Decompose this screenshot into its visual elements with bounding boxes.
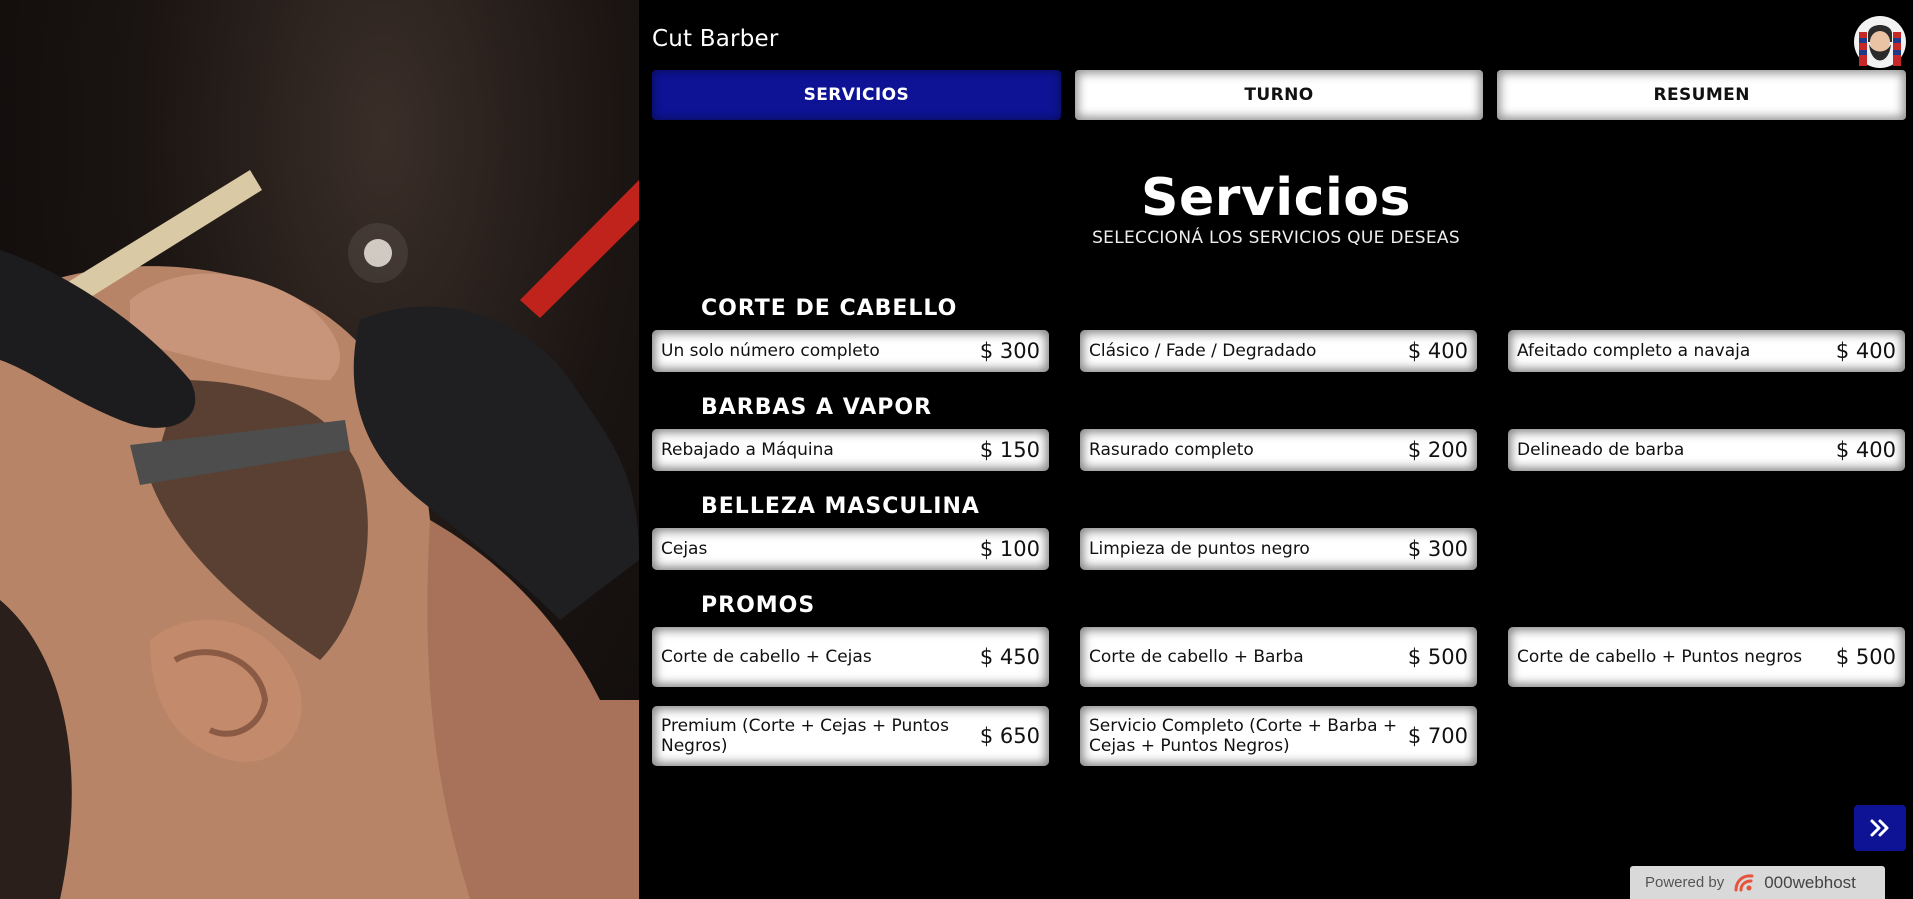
service-price: $ 400	[1835, 339, 1896, 363]
service-card[interactable]: Un solo número completo $ 300	[652, 330, 1049, 372]
category-title: BARBAS A VAPOR	[701, 395, 933, 420]
service-name: Afeitado completo a navaja	[1517, 341, 1751, 361]
service-card[interactable]: Limpieza de puntos negro $ 300	[1080, 528, 1477, 570]
tab-servicios[interactable]: SERVICIOS	[652, 70, 1061, 120]
service-price: $ 450	[979, 645, 1040, 669]
service-price: $ 400	[1835, 438, 1896, 462]
service-name: Rasurado completo	[1089, 440, 1254, 460]
tab-resumen[interactable]: RESUMEN	[1497, 70, 1907, 120]
app-panel: Cut Barber SERVICIOS TURNO RESUMEN Servi…	[639, 0, 1913, 899]
hero-photo	[0, 0, 639, 899]
service-name: Corte de cabello + Barba	[1089, 647, 1304, 667]
service-price: $ 300	[979, 339, 1040, 363]
service-card[interactable]: Clásico / Fade / Degradado $ 400	[1080, 330, 1477, 372]
host-name: 000webhost	[1764, 872, 1856, 892]
page-subtitle: SELECCIONÁ LOS SERVICIOS QUE DESEAS	[1092, 228, 1460, 248]
service-name: Delineado de barba	[1517, 440, 1685, 460]
double-chevron-right-icon	[1870, 819, 1889, 837]
service-name: Corte de cabello + Cejas	[661, 647, 872, 667]
brand-name: Cut Barber	[652, 26, 779, 52]
service-price: $ 400	[1407, 339, 1468, 363]
service-price: $ 700	[1407, 724, 1468, 748]
page-title: Servicios	[1141, 168, 1411, 228]
service-row: Cejas $ 100 Limpieza de puntos negro $ 3…	[652, 528, 1906, 570]
tab-turno[interactable]: TURNO	[1074, 70, 1484, 120]
service-name: Clásico / Fade / Degradado	[1089, 341, 1317, 361]
service-row: Rebajado a Máquina $ 150 Rasurado comple…	[652, 429, 1906, 471]
service-card[interactable]: Servicio Completo (Corte + Barba + Cejas…	[1080, 706, 1477, 766]
service-card[interactable]: Corte de cabello + Barba $ 500	[1080, 627, 1477, 687]
service-card[interactable]: Rasurado completo $ 200	[1080, 429, 1477, 471]
service-card[interactable]: Cejas $ 100	[652, 528, 1049, 570]
service-price: $ 150	[979, 438, 1040, 462]
service-price: $ 500	[1407, 645, 1468, 669]
service-row: Un solo número completo $ 300 Clásico / …	[652, 330, 1906, 372]
powered-by-badge[interactable]: Powered by 000webhost	[1630, 866, 1885, 899]
service-price: $ 200	[1407, 438, 1468, 462]
service-card[interactable]: Delineado de barba $ 400	[1508, 429, 1905, 471]
powered-by-label: Powered by	[1645, 874, 1725, 891]
next-step-button[interactable]	[1854, 805, 1906, 851]
service-name: Premium (Corte + Cejas + Puntos Negros)	[661, 716, 949, 756]
service-card[interactable]: Rebajado a Máquina $ 150	[652, 429, 1049, 471]
service-name: Servicio Completo (Corte + Barba + Cejas…	[1089, 716, 1398, 756]
service-price: $ 100	[979, 537, 1040, 561]
category-title: CORTE DE CABELLO	[701, 296, 958, 321]
service-card[interactable]: Corte de cabello + Cejas $ 450	[652, 627, 1049, 687]
barber-logo-icon	[1853, 14, 1907, 70]
service-name: Un solo número completo	[661, 341, 880, 361]
service-price: $ 650	[979, 724, 1040, 748]
service-card[interactable]: Corte de cabello + Puntos negros $ 500	[1508, 627, 1905, 687]
category-title: PROMOS	[701, 593, 816, 618]
service-card[interactable]: Afeitado completo a navaja $ 400	[1508, 330, 1905, 372]
service-name: Limpieza de puntos negro	[1089, 539, 1310, 559]
webhost-logo-icon	[1734, 873, 1754, 891]
service-name: Corte de cabello + Puntos negros	[1517, 647, 1803, 667]
category-title: BELLEZA MASCULINA	[701, 494, 980, 519]
service-row: Corte de cabello + Cejas $ 450 Corte de …	[652, 627, 1906, 687]
service-price: $ 300	[1407, 537, 1468, 561]
service-name: Rebajado a Máquina	[661, 440, 834, 460]
service-price: $ 500	[1835, 645, 1896, 669]
service-card[interactable]: Premium (Corte + Cejas + Puntos Negros) …	[652, 706, 1049, 766]
service-name: Cejas	[661, 539, 708, 559]
step-tabs: SERVICIOS TURNO RESUMEN	[652, 70, 1907, 120]
service-row: Premium (Corte + Cejas + Puntos Negros) …	[652, 706, 1906, 766]
